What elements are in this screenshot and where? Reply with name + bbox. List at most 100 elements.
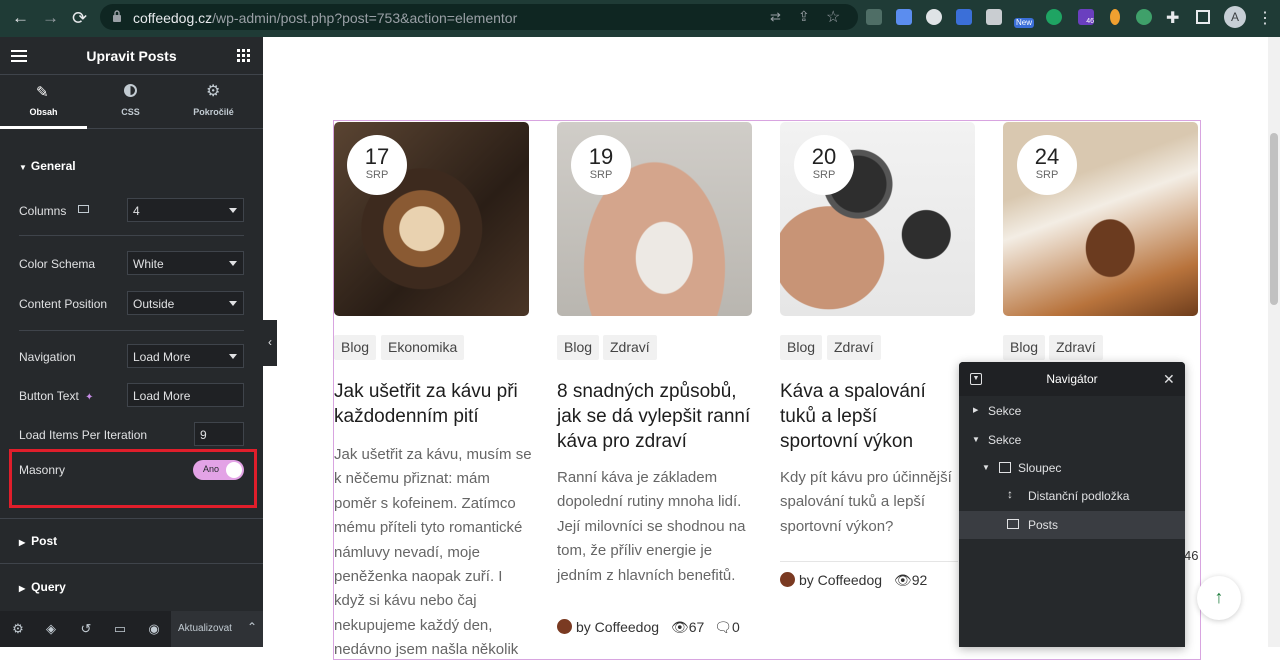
navigator-item-sekce[interactable]: ▶ Sekce xyxy=(959,397,1185,425)
desktop-icon[interactable] xyxy=(78,205,89,213)
view-count: 67 xyxy=(688,619,705,635)
share-icon[interactable]: ⇪ xyxy=(798,8,810,25)
divider xyxy=(19,330,244,331)
history-icon[interactable]: ↺ xyxy=(79,622,93,636)
divider xyxy=(19,235,244,236)
eye-icon: 👁 xyxy=(893,572,912,588)
post-excerpt: Kdy pít kávu pro účinnější spalování tuk… xyxy=(780,469,952,535)
tab-css[interactable]: CSS xyxy=(87,75,174,129)
translate-extension-icon[interactable] xyxy=(956,9,972,25)
tag-link[interactable]: Zdraví xyxy=(827,335,881,360)
panel-header: Upravit Posts xyxy=(0,37,263,75)
post-title[interactable]: Jak ušetřit za kávu při každodenním pití xyxy=(334,379,534,429)
load-items-label: Load Items Per Iteration xyxy=(19,428,148,442)
bookmark-star-icon[interactable]: ☆ xyxy=(826,7,840,27)
button-text-input[interactable]: Load More xyxy=(127,383,244,407)
post-title[interactable]: 8 snadných způsobů, jak se dá vylepšit r… xyxy=(557,379,757,454)
tag-link[interactable]: Blog xyxy=(1003,335,1046,360)
elementor-panel: Upravit Posts ✎ Obsah CSS ⚙ Pokročilé ▼ G… xyxy=(0,37,263,647)
eye-icon: 👁 xyxy=(670,619,689,635)
navigator-panel: ▼ Navigátor ✕ ▶ Sekce ▼ Sekce ▼ Sloupec … xyxy=(959,362,1185,647)
tab-obsah[interactable]: ✎ Obsah xyxy=(0,75,87,129)
side-panel-icon[interactable] xyxy=(1196,10,1210,24)
translate-icon[interactable]: ⇄ xyxy=(770,9,781,25)
puzzle-extensions-icon[interactable]: ✚ xyxy=(1166,8,1179,28)
close-icon[interactable]: ✕ xyxy=(1163,371,1175,388)
grammarly-extension-icon[interactable] xyxy=(1046,9,1062,25)
recycle-extension-icon[interactable] xyxy=(866,9,882,25)
settings-icon[interactable]: ⚙ xyxy=(11,622,25,636)
comment-count[interactable]: 0 xyxy=(732,619,740,635)
caret-down-icon: ▼ xyxy=(972,435,980,444)
preview-eye-icon[interactable]: ◉ xyxy=(147,622,161,636)
content-position-select[interactable]: Outside xyxy=(127,291,244,315)
author-avatar xyxy=(780,572,795,587)
forward-icon[interactable]: → xyxy=(42,9,59,27)
caret-right-icon: ▶ xyxy=(19,538,26,547)
post-image[interactable]: 19 SRP xyxy=(557,122,752,316)
color-schema-select[interactable]: White xyxy=(127,251,244,275)
profile-avatar[interactable]: A xyxy=(1224,6,1246,28)
tag-link[interactable]: Blog xyxy=(780,335,823,360)
navigator-item-posts[interactable]: Posts xyxy=(959,511,1185,539)
tab-pokrocile[interactable]: ⚙ Pokročilé xyxy=(170,75,257,129)
layers-icon[interactable]: ◈ xyxy=(44,622,58,636)
tag-link[interactable]: Zdraví xyxy=(603,335,657,360)
globe-extension-icon[interactable] xyxy=(926,9,942,25)
navigator-item-sloupec[interactable]: ▼ Sloupec xyxy=(959,454,1185,482)
masonry-toggle[interactable]: Ano xyxy=(193,460,244,480)
author-link[interactable]: by Coffeedog xyxy=(576,619,659,635)
tag-link[interactable]: Ekonomika xyxy=(381,335,465,360)
chevron-down-icon xyxy=(229,301,237,306)
update-button[interactable]: Aktualizovat ⌃ xyxy=(171,611,263,647)
navigation-select[interactable]: Load More xyxy=(127,344,244,368)
grid-apps-icon[interactable] xyxy=(237,49,251,63)
page-scrollbar[interactable] xyxy=(1268,37,1280,647)
colorful-extension-icon[interactable] xyxy=(1136,9,1152,25)
url-text: coffeedog.cz/wp-admin/post.php?post=753&… xyxy=(133,10,518,26)
tag-link[interactable]: Blog xyxy=(334,335,377,360)
orange-extension-icon[interactable] xyxy=(1110,9,1120,25)
post-image[interactable]: 20 SRP xyxy=(780,122,975,316)
kebab-menu-icon[interactable]: ⋮ xyxy=(1257,8,1273,28)
post-excerpt: Jak ušetřit za kávu, musím se k něčemu p… xyxy=(334,446,532,659)
pencil-icon: ✎ xyxy=(36,84,49,101)
extension-count-badge[interactable]: 46 xyxy=(1078,9,1094,25)
chevron-up-icon[interactable]: ⌃ xyxy=(247,620,257,634)
tag-link[interactable]: Zdraví xyxy=(1049,335,1103,360)
author-link[interactable]: by Coffeedog xyxy=(799,572,882,588)
navigator-item-sekce[interactable]: ▼ Sekce xyxy=(959,426,1185,454)
post-image[interactable]: 24 SRP xyxy=(1003,122,1198,316)
section-query[interactable]: ▶ Query xyxy=(19,580,66,594)
load-items-input[interactable]: 9 xyxy=(194,422,244,446)
responsive-mode-icon[interactable]: ▭ xyxy=(113,622,127,636)
scrollbar-thumb[interactable] xyxy=(1270,133,1278,305)
navigator-title: Navigátor xyxy=(1046,372,1098,386)
divider xyxy=(780,561,958,562)
date-badge: 17 SRP xyxy=(347,135,407,195)
lock-icon xyxy=(113,10,121,22)
docs-extension-icon[interactable] xyxy=(896,9,912,25)
ai-sparkle-icon[interactable]: ✦ xyxy=(85,392,93,403)
navigator-item-spacer[interactable]: ↕ Distanční podložka xyxy=(959,482,1185,510)
section-post[interactable]: ▶ Post xyxy=(19,534,57,548)
navigator-header[interactable]: ▼ Navigátor ✕ xyxy=(959,362,1185,396)
address-bar[interactable]: coffeedog.cz/wp-admin/post.php?post=753&… xyxy=(100,4,858,30)
scroll-to-top-button[interactable]: ↑ xyxy=(1197,576,1241,620)
back-icon[interactable]: ← xyxy=(12,9,29,27)
section-general[interactable]: ▼ General xyxy=(19,159,76,173)
posts-widget-icon xyxy=(1007,519,1019,529)
content-position-label: Content Position xyxy=(19,297,108,311)
tag-link[interactable]: Blog xyxy=(557,335,600,360)
camera-extension-icon[interactable] xyxy=(986,9,1002,25)
button-text-label: Button Text ✦ xyxy=(19,389,94,403)
columns-select[interactable]: 4 xyxy=(127,198,244,222)
post-image[interactable]: 17 SRP xyxy=(334,122,529,316)
post-title[interactable]: Káva a spalování tuků a lepší sportovní … xyxy=(780,379,960,454)
toggle-knob xyxy=(226,462,242,478)
collapse-panel-button[interactable]: ‹ xyxy=(263,320,277,366)
date-badge: 19 SRP xyxy=(571,135,631,195)
caret-down-icon: ▼ xyxy=(982,463,990,472)
reload-icon[interactable]: ⟳ xyxy=(72,9,87,27)
date-badge: 20 SRP xyxy=(794,135,854,195)
